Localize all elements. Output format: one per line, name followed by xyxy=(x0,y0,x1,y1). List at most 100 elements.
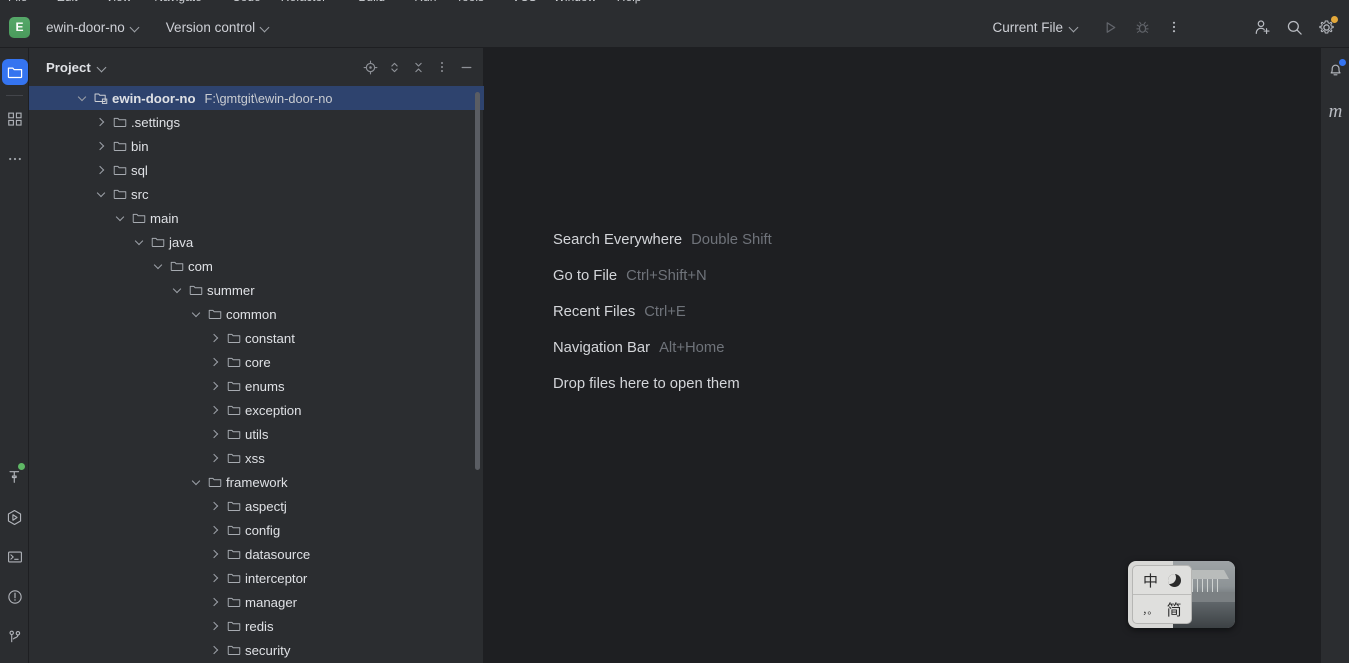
main-toolbar: E ewin-door-no Version control Current F… xyxy=(0,7,1349,48)
tree-row[interactable]: java xyxy=(29,230,484,254)
tree-row[interactable]: utils xyxy=(29,422,484,446)
chevron-right-icon[interactable] xyxy=(206,542,224,566)
sidebar-item-run[interactable] xyxy=(0,497,29,537)
chevron-right-icon[interactable] xyxy=(206,566,224,590)
tree-row[interactable]: core xyxy=(29,350,484,374)
chevron-right-icon[interactable] xyxy=(206,614,224,638)
menu-item-view[interactable]: View xyxy=(106,0,132,3)
sidebar-item-problems[interactable] xyxy=(0,577,29,617)
debug-button[interactable] xyxy=(1127,12,1157,42)
run-button[interactable] xyxy=(1095,12,1125,42)
chevron-right-icon[interactable] xyxy=(92,134,110,158)
run-configuration-selector[interactable]: Current File xyxy=(984,16,1087,39)
add-user-button[interactable] xyxy=(1247,12,1277,42)
maven-m-icon: m xyxy=(1328,101,1343,122)
tree-row[interactable]: security xyxy=(29,638,484,662)
editor-hint-label[interactable]: Drop files here to open them xyxy=(553,376,740,392)
sidebar-item-notifications[interactable] xyxy=(1321,52,1349,92)
menu-item-build[interactable]: Build xyxy=(358,0,385,3)
project-name-dropdown[interactable]: ewin-door-no xyxy=(39,16,147,39)
tree-row[interactable]: ewin-door-no F:\gmtgit\ewin-door-no xyxy=(29,86,484,110)
tree-row[interactable]: aspectj xyxy=(29,494,484,518)
chevron-down-icon[interactable] xyxy=(149,254,167,278)
menu-item-edit[interactable]: Edit xyxy=(57,0,78,3)
search-button[interactable] xyxy=(1279,12,1309,42)
chevron-right-icon[interactable] xyxy=(206,326,224,350)
tree-row[interactable]: summer xyxy=(29,278,484,302)
chevron-right-icon[interactable] xyxy=(206,638,224,662)
sidebar-item-build[interactable] xyxy=(0,457,29,497)
chevron-right-icon[interactable] xyxy=(206,350,224,374)
tree-row[interactable]: redis xyxy=(29,614,484,638)
sidebar-item-more-tools[interactable] xyxy=(0,139,29,179)
chevron-down-icon[interactable] xyxy=(130,230,148,254)
tree-row[interactable]: sql xyxy=(29,158,484,182)
chevron-down-icon[interactable] xyxy=(187,302,205,326)
tree-row[interactable]: main xyxy=(29,206,484,230)
project-tree[interactable]: ewin-door-no F:\gmtgit\ewin-door-no .setti… xyxy=(29,86,484,663)
tree-row[interactable]: .settings xyxy=(29,110,484,134)
sidebar-item-maven[interactable]: m xyxy=(1321,92,1349,132)
project-panel-title-dropdown[interactable]: Project xyxy=(41,57,112,78)
menu-item-file[interactable]: File xyxy=(8,0,27,3)
chevron-right-icon[interactable] xyxy=(206,518,224,542)
tree-row[interactable]: constant xyxy=(29,326,484,350)
sidebar-item-structure[interactable] xyxy=(0,99,29,139)
tree-row[interactable]: manager xyxy=(29,590,484,614)
chevron-down-icon[interactable] xyxy=(187,470,205,494)
menu-item-run[interactable]: Run xyxy=(414,0,436,3)
expand-collapse-button[interactable] xyxy=(382,55,406,79)
editor-hint-label[interactable]: Search Everywhere xyxy=(553,232,682,248)
chevron-right-icon[interactable] xyxy=(206,590,224,614)
chevron-right-icon[interactable] xyxy=(206,374,224,398)
chevron-down-icon[interactable] xyxy=(73,86,91,110)
sidebar-item-project[interactable] xyxy=(0,52,29,92)
hide-panel-button[interactable] xyxy=(454,55,478,79)
menu-item-navigate[interactable]: Navigate xyxy=(154,0,201,3)
tree-row[interactable]: interceptor xyxy=(29,566,484,590)
tree-row[interactable]: datasource xyxy=(29,542,484,566)
menu-item-window[interactable]: Window xyxy=(554,0,597,3)
ime-floating-widget[interactable]: 中 ，。 简 xyxy=(1128,561,1235,628)
version-control-dropdown[interactable]: Version control xyxy=(159,16,277,39)
tree-row[interactable]: framework xyxy=(29,470,484,494)
chevron-right-icon[interactable] xyxy=(92,110,110,134)
tree-row[interactable]: exception xyxy=(29,398,484,422)
tree-row[interactable]: common xyxy=(29,302,484,326)
expand-collapse-icon xyxy=(390,62,398,72)
project-panel-options-button[interactable] xyxy=(430,55,454,79)
chevron-right-icon[interactable] xyxy=(206,422,224,446)
chevron-down-icon[interactable] xyxy=(92,182,110,206)
chevron-right-icon[interactable] xyxy=(206,446,224,470)
project-tree-scrollbar[interactable] xyxy=(475,92,480,470)
moon-icon[interactable] xyxy=(1167,573,1181,587)
chevron-down-icon[interactable] xyxy=(168,278,186,302)
collapse-all-button[interactable] xyxy=(406,55,430,79)
menu-item-help[interactable]: Help xyxy=(617,0,642,3)
editor-hint-label[interactable]: Navigation Bar xyxy=(553,340,650,356)
tree-row[interactable]: src xyxy=(29,182,484,206)
tree-row[interactable]: config xyxy=(29,518,484,542)
editor-hint-label[interactable]: Recent Files xyxy=(553,304,635,320)
editor-hint-shortcut: Alt+Home xyxy=(659,340,725,356)
tree-row[interactable]: xss xyxy=(29,446,484,470)
tree-row[interactable]: enums xyxy=(29,374,484,398)
menu-item-code[interactable]: Code xyxy=(232,0,261,3)
sidebar-item-terminal[interactable] xyxy=(0,537,29,577)
tree-row[interactable]: bin xyxy=(29,134,484,158)
menu-item-tools[interactable]: Tools xyxy=(456,0,484,3)
tree-row[interactable]: com xyxy=(29,254,484,278)
ime-language-toggle[interactable]: 中 xyxy=(1133,566,1191,594)
editor-hint-label[interactable]: Go to File xyxy=(553,268,617,284)
sidebar-item-version-control[interactable] xyxy=(0,617,29,657)
ime-punctuation-toggle[interactable]: ，。 简 xyxy=(1133,594,1191,623)
settings-button[interactable] xyxy=(1311,12,1341,42)
menu-item-refactor[interactable]: Refactor xyxy=(281,0,326,3)
chevron-down-icon[interactable] xyxy=(111,206,129,230)
toolbar-more-button[interactable] xyxy=(1159,12,1189,42)
chevron-right-icon[interactable] xyxy=(92,158,110,182)
select-opened-file-button[interactable] xyxy=(358,55,382,79)
chevron-right-icon[interactable] xyxy=(206,398,224,422)
chevron-right-icon[interactable] xyxy=(206,494,224,518)
menu-item-vcs[interactable]: VCS xyxy=(512,0,537,3)
